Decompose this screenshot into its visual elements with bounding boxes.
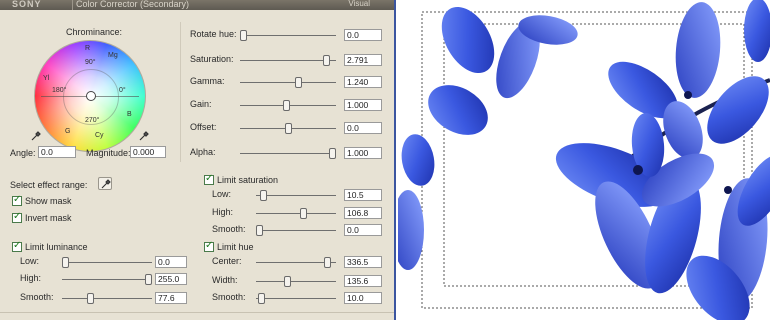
bottom-divider (0, 312, 394, 313)
saturation-low-slider-track[interactable] (256, 195, 336, 196)
luminance-low-slider-track[interactable] (62, 262, 152, 263)
eyedropper-icon[interactable] (138, 130, 150, 142)
gain-value-input[interactable]: 1.000 (344, 99, 382, 111)
saturation-low-label: Low: (212, 189, 232, 199)
wheel-label-180: 180° (52, 87, 67, 94)
wheel-center-handle[interactable] (86, 91, 96, 101)
hue-smooth-value-input[interactable]: 10.0 (344, 292, 382, 304)
alpha-slider-thumb[interactable] (329, 148, 336, 159)
wheel-label-yl: Yl (43, 75, 50, 82)
invert-mask-checkbox[interactable] (12, 211, 22, 223)
flower-preview-image (398, 0, 770, 320)
luminance-high-value-input[interactable]: 255.0 (155, 273, 187, 285)
saturation-value-input[interactable]: 2.791 (344, 54, 382, 66)
show-mask-checkbox[interactable] (12, 194, 22, 206)
luminance-high-label: High: (20, 273, 42, 283)
alpha-slider-track[interactable] (240, 153, 336, 154)
offset-label: Offset: (190, 122, 217, 132)
limit-saturation-label: Limit saturation (217, 175, 279, 185)
title-bar: SONY Color Corrector (Secondary) Visual (0, 0, 394, 10)
limit-hue-label: Limit hue (217, 242, 254, 252)
alpha-value-input[interactable]: 1.000 (344, 147, 382, 159)
limit-hue-checkbox[interactable] (204, 240, 214, 252)
saturation-smooth-slider-track[interactable] (256, 230, 336, 231)
angle-input[interactable]: 0.0 (38, 146, 76, 158)
alpha-label: Alpha: (190, 147, 216, 157)
offset-slider-thumb[interactable] (285, 123, 292, 134)
effect-range-picker-button[interactable] (98, 177, 112, 190)
hue-width-label: Width: (212, 275, 238, 285)
hue-width-value-input[interactable]: 135.6 (344, 275, 382, 287)
color-corrector-panel: SONY Color Corrector (Secondary) Visual … (0, 0, 396, 320)
saturation-smooth-value-input[interactable]: 0.0 (344, 224, 382, 236)
wheel-label-270: 270° (85, 117, 100, 124)
magnitude-input[interactable]: 0.000 (130, 146, 166, 158)
hue-center-slider-thumb[interactable] (324, 257, 331, 268)
hue-center-label: Center: (212, 256, 242, 266)
hue-smooth-slider-thumb[interactable] (258, 293, 265, 304)
luminance-high-slider-track[interactable] (62, 279, 152, 280)
luminance-smooth-value-input[interactable]: 77.6 (155, 292, 187, 304)
gamma-slider-thumb[interactable] (295, 77, 302, 88)
wheel-label-mg: Mg (108, 52, 118, 59)
saturation-high-slider-thumb[interactable] (300, 208, 307, 219)
select-effect-range-label: Select effect range: (10, 180, 88, 190)
magnitude-label: Magnitude: (86, 148, 131, 158)
offset-value-input[interactable]: 0.0 (344, 122, 382, 134)
title-right-label: Visual (348, 0, 370, 8)
luminance-smooth-slider-thumb[interactable] (87, 293, 94, 304)
saturation-slider-track[interactable] (240, 60, 336, 61)
section-divider (180, 22, 181, 162)
title-separator (72, 0, 73, 10)
wheel-label-0: 0° (119, 87, 126, 94)
luminance-smooth-label: Smooth: (20, 292, 54, 302)
rotate-hue-label: Rotate hue: (190, 29, 237, 39)
luminance-high-slider-thumb[interactable] (145, 274, 152, 285)
rotate-hue-slider-thumb[interactable] (240, 30, 247, 41)
saturation-slider-thumb[interactable] (323, 55, 330, 66)
gamma-label: Gamma: (190, 76, 225, 86)
hue-center-value-input[interactable]: 336.5 (344, 256, 382, 268)
saturation-label: Saturation: (190, 54, 234, 64)
limit-luminance-checkbox[interactable] (12, 240, 22, 252)
window-title: Color Corrector (Secondary) (76, 0, 190, 9)
hue-width-slider-track[interactable] (256, 281, 336, 282)
wheel-label-g: G (65, 128, 71, 135)
chrominance-label: Chrominance: (66, 27, 123, 37)
eyedropper-icon (101, 179, 111, 189)
saturation-smooth-label: Smooth: (212, 224, 246, 234)
hue-smooth-slider-track[interactable] (256, 298, 336, 299)
hue-smooth-label: Smooth: (212, 292, 246, 302)
wheel-label-cy: Cy (95, 132, 104, 139)
saturation-smooth-slider-thumb[interactable] (256, 225, 263, 236)
wheel-label-b: B (127, 111, 132, 118)
invert-mask-label: Invert mask (25, 213, 72, 223)
luminance-low-value-input[interactable]: 0.0 (155, 256, 187, 268)
eyedropper-icon[interactable] (30, 130, 42, 142)
luminance-low-label: Low: (20, 256, 40, 266)
gain-label: Gain: (190, 99, 212, 109)
luminance-low-slider-thumb[interactable] (62, 257, 69, 268)
gamma-slider-track[interactable] (240, 82, 336, 83)
brand-label: SONY (12, 0, 42, 9)
gain-slider-thumb[interactable] (283, 100, 290, 111)
limit-luminance-label: Limit luminance (25, 242, 88, 252)
hue-width-slider-thumb[interactable] (284, 276, 291, 287)
chrominance-color-wheel[interactable]: R Mg Yl G Cy B 90° 180° 270° 0° (34, 40, 146, 152)
show-mask-label: Show mask (25, 196, 72, 206)
rotate-hue-slider-track[interactable] (240, 35, 336, 36)
saturation-high-value-input[interactable]: 106.8 (344, 207, 382, 219)
luminance-smooth-slider-track[interactable] (62, 298, 152, 299)
image-preview[interactable] (398, 0, 770, 320)
rotate-hue-value-input[interactable]: 0.0 (344, 29, 382, 41)
gamma-value-input[interactable]: 1.240 (344, 76, 382, 88)
angle-label: Angle: (10, 148, 36, 158)
saturation-low-value-input[interactable]: 10.5 (344, 189, 382, 201)
wheel-label-90: 90° (85, 59, 96, 66)
saturation-low-slider-thumb[interactable] (260, 190, 267, 201)
saturation-high-slider-track[interactable] (256, 213, 336, 214)
saturation-high-label: High: (212, 207, 234, 217)
wheel-label-r: R (85, 45, 91, 52)
limit-saturation-checkbox[interactable] (204, 173, 214, 185)
